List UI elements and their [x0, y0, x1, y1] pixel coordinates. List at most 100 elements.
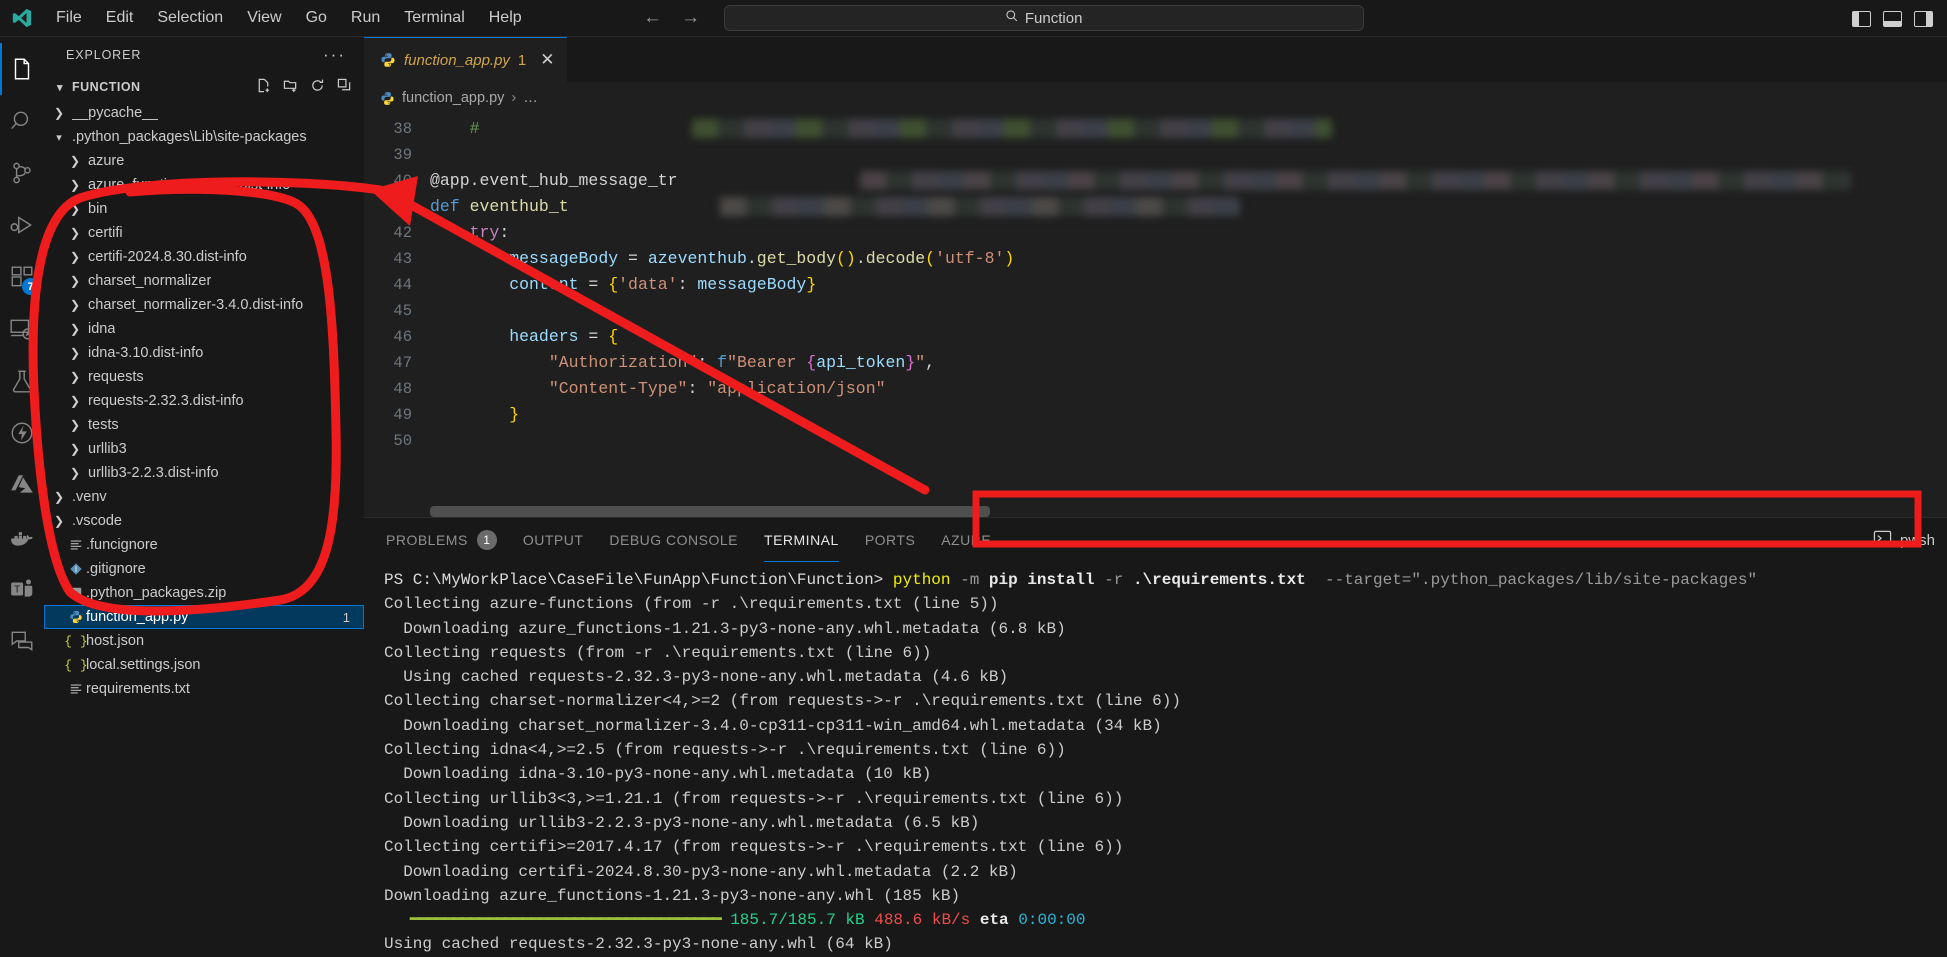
- menu-edit[interactable]: Edit: [94, 5, 146, 31]
- breadcrumb-file[interactable]: function_app.py: [402, 90, 504, 106]
- tab-function-app-py[interactable]: function_app.py 1 ✕: [364, 37, 567, 82]
- tree-item-venv[interactable]: ❯.venv: [44, 485, 364, 509]
- panel-tabs[interactable]: PROBLEMS1 OUTPUT DEBUG CONSOLE TERMINAL PORT…: [364, 518, 1947, 562]
- activity-testing[interactable]: [0, 355, 44, 407]
- terminal-output[interactable]: PS C:\MyWorkPlace\CaseFile\FunApp\Functi…: [364, 562, 1947, 957]
- chevron-right-icon[interactable]: ❯: [68, 370, 82, 384]
- activity-explorer[interactable]: [0, 43, 44, 95]
- tree-item-bin[interactable]: ❯bin: [44, 197, 364, 221]
- new-file-icon[interactable]: [256, 78, 271, 96]
- code-line[interactable]: 45: [364, 298, 1947, 324]
- chevron-right-icon[interactable]: ❯: [68, 226, 82, 240]
- collapse-all-icon[interactable]: [337, 78, 352, 96]
- code-line[interactable]: 50: [364, 428, 1947, 454]
- tree-item-python-packages-lib-site-packages[interactable]: ▾.python_packages\Lib\site-packages: [44, 125, 364, 149]
- code-line[interactable]: 42 try:: [364, 220, 1947, 246]
- activity-azure[interactable]: [0, 459, 44, 511]
- tree-item-certifi[interactable]: ❯certifi: [44, 221, 364, 245]
- toggle-panel-icon[interactable]: [1883, 11, 1902, 27]
- chevron-right-icon[interactable]: ❯: [68, 274, 82, 288]
- chevron-right-icon[interactable]: ❯: [52, 490, 66, 504]
- menu-view[interactable]: View: [235, 5, 293, 31]
- tree-item-azure[interactable]: ❯azure: [44, 149, 364, 173]
- breadcrumb-trail[interactable]: …: [523, 90, 538, 106]
- chevron-right-icon[interactable]: ❯: [68, 154, 82, 168]
- toggle-primary-sidebar-icon[interactable]: [1852, 11, 1871, 27]
- code-line[interactable]: 48 "Content-Type": "application/json": [364, 376, 1947, 402]
- tree-item-tests[interactable]: ❯tests: [44, 413, 364, 437]
- panel-tab-ports[interactable]: PORTS: [865, 518, 915, 562]
- chevron-right-icon[interactable]: ❯: [68, 466, 82, 480]
- chevron-right-icon[interactable]: ❯: [68, 322, 82, 336]
- tree-item-host-json[interactable]: { }host.json: [44, 629, 364, 653]
- tree-item-python-packages-zip[interactable]: .python_packages.zip: [44, 581, 364, 605]
- file-tree[interactable]: ❯__pycache__▾.python_packages\Lib\site-p…: [44, 101, 364, 957]
- activity-search[interactable]: [0, 95, 44, 147]
- code-line[interactable]: 44 content = {'data': messageBody}: [364, 272, 1947, 298]
- tree-item-function-app-py[interactable]: function_app.py1: [44, 605, 364, 629]
- chevron-down-icon[interactable]: ▾: [52, 131, 66, 144]
- chevron-right-icon[interactable]: ❯: [52, 514, 66, 528]
- refresh-icon[interactable]: [310, 78, 325, 96]
- chevron-right-icon[interactable]: ❯: [68, 250, 82, 264]
- tree-item-charset-normalizer-3-4-0-dist-info[interactable]: ❯charset_normalizer-3.4.0.dist-info: [44, 293, 364, 317]
- activity-extensions[interactable]: 7: [0, 251, 44, 303]
- menu-run[interactable]: Run: [339, 5, 392, 31]
- activity-remote-explorer[interactable]: [0, 303, 44, 355]
- tree-item-azure-functions-1-21-3-dist-info[interactable]: ❯azure_functions-1.21.3.dist-info: [44, 173, 364, 197]
- tree-item-requests[interactable]: ❯requests: [44, 365, 364, 389]
- menu-go[interactable]: Go: [294, 5, 339, 31]
- tree-item-gitignore[interactable]: .gitignore: [44, 557, 364, 581]
- panel-tab-terminal[interactable]: TERMINAL: [764, 518, 839, 562]
- terminal-shell-indicator[interactable]: pwsh: [1873, 529, 1935, 552]
- tree-item-pycache[interactable]: ❯__pycache__: [44, 101, 364, 125]
- panel-tab-debug-console[interactable]: DEBUG CONSOLE: [609, 518, 738, 562]
- tree-item-charset-normalizer[interactable]: ❯charset_normalizer: [44, 269, 364, 293]
- code-line[interactable]: 39: [364, 142, 1947, 168]
- chevron-down-icon[interactable]: ▾: [52, 81, 68, 94]
- code-editor[interactable]: 38 #3940@app.event_hub_message_tr41def e…: [364, 114, 1947, 517]
- tree-item-local-settings-json[interactable]: { }local.settings.json: [44, 653, 364, 677]
- code-line[interactable]: 46 headers = {: [364, 324, 1947, 350]
- activity-docker[interactable]: [0, 511, 44, 563]
- menu-file[interactable]: File: [44, 5, 94, 31]
- tree-item-funcignore[interactable]: .funcignore: [44, 533, 364, 557]
- forward-arrow-icon[interactable]: →: [680, 7, 702, 29]
- menu-help[interactable]: Help: [477, 5, 534, 31]
- back-arrow-icon[interactable]: ←: [642, 7, 664, 29]
- code-line[interactable]: 47 "Authorization": f"Bearer {api_token}…: [364, 350, 1947, 376]
- activity-azure-functions[interactable]: [0, 407, 44, 459]
- chevron-right-icon[interactable]: ❯: [68, 202, 82, 216]
- activity-chat[interactable]: [0, 615, 44, 667]
- activity-run-and-debug[interactable]: [0, 199, 44, 251]
- tree-item-urllib3[interactable]: ❯urllib3: [44, 437, 364, 461]
- tree-item-requests-2-32-3-dist-info[interactable]: ❯requests-2.32.3.dist-info: [44, 389, 364, 413]
- panel-tab-output[interactable]: OUTPUT: [523, 518, 584, 562]
- chevron-right-icon[interactable]: ❯: [68, 178, 82, 192]
- chevron-right-icon[interactable]: ❯: [68, 394, 82, 408]
- tree-item-requirements-txt[interactable]: requirements.txt: [44, 677, 364, 701]
- tree-item-vscode[interactable]: ❯.vscode: [44, 509, 364, 533]
- panel-tab-azure[interactable]: AZURE: [941, 518, 991, 562]
- sidebar-more-actions-icon[interactable]: ···: [323, 45, 346, 65]
- tree-item-idna-3-10-dist-info[interactable]: ❯idna-3.10.dist-info: [44, 341, 364, 365]
- activity-source-control[interactable]: [0, 147, 44, 199]
- chevron-right-icon[interactable]: ❯: [68, 346, 82, 360]
- code-line[interactable]: 49 }: [364, 402, 1947, 428]
- menu-terminal[interactable]: Terminal: [392, 5, 476, 31]
- close-icon[interactable]: ✕: [540, 50, 554, 70]
- tree-item-certifi-2024-8-30-dist-info[interactable]: ❯certifi-2024.8.30.dist-info: [44, 245, 364, 269]
- explorer-folder-section[interactable]: ▾ FUNCTION: [44, 73, 364, 101]
- panel-tab-problems[interactable]: PROBLEMS1: [386, 518, 497, 562]
- tree-item-urllib3-2-2-3-dist-info[interactable]: ❯urllib3-2.2.3.dist-info: [44, 461, 364, 485]
- chevron-right-icon[interactable]: ❯: [52, 106, 66, 120]
- command-center-search[interactable]: Function: [724, 5, 1364, 31]
- editor-horizontal-scrollbar[interactable]: [430, 506, 990, 517]
- menu-selection[interactable]: Selection: [145, 5, 235, 31]
- new-folder-icon[interactable]: [283, 78, 298, 96]
- activity-teams-toolkit[interactable]: T: [0, 563, 44, 615]
- chevron-right-icon[interactable]: ❯: [68, 298, 82, 312]
- chevron-right-icon[interactable]: ❯: [68, 442, 82, 456]
- toggle-secondary-sidebar-icon[interactable]: [1914, 11, 1933, 27]
- chevron-right-icon[interactable]: ❯: [68, 418, 82, 432]
